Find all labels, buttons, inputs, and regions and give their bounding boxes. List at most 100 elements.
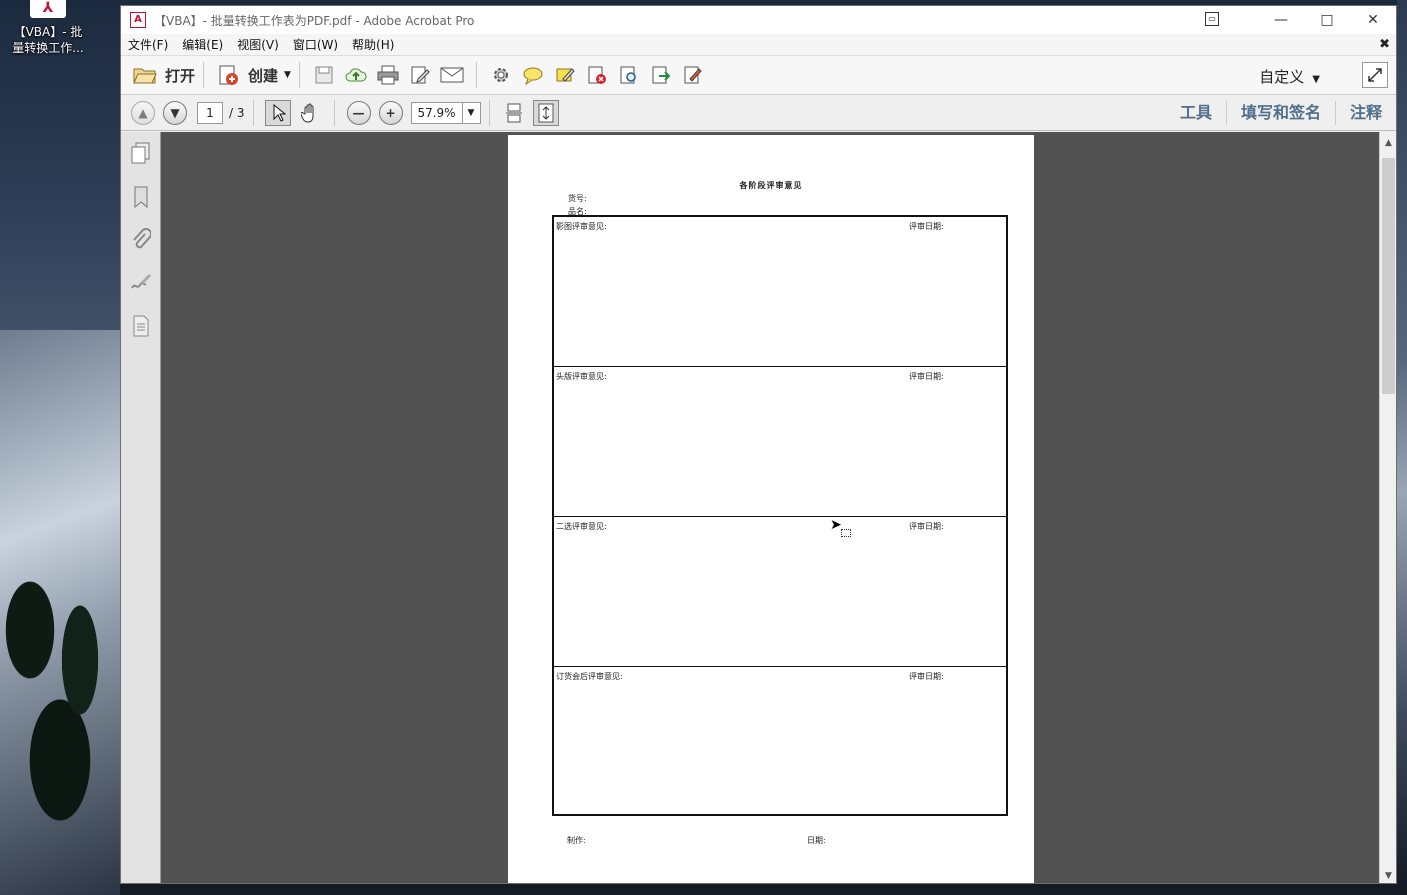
desktop-wallpaper-edge: [1397, 0, 1407, 895]
arrow-down-icon: ▼: [170, 105, 180, 120]
toolbar-separator: [475, 62, 477, 88]
folder-open-icon: [132, 62, 158, 88]
maximize-button[interactable]: □: [1304, 6, 1350, 34]
row-label: 影图评审意见:: [556, 222, 607, 231]
page-total: / 3: [229, 105, 245, 120]
sign-form-icon[interactable]: [680, 62, 706, 88]
fullscreen-button[interactable]: [1362, 62, 1388, 88]
pdf-page: 各阶段评审意见 货号: 品名: 影图评审意见: 评审日期: 头版评审意见: 评审…: [508, 135, 1034, 883]
menu-edit[interactable]: 编辑(E): [175, 36, 230, 53]
page-number-input[interactable]: 1: [197, 101, 223, 124]
title-bar[interactable]: A 【VBA】- 批量转换工作表为PDF.pdf - Adobe Acrobat…: [121, 6, 1396, 34]
toolbar-separator: [298, 62, 300, 88]
close-button[interactable]: ✕: [1350, 6, 1396, 34]
create-pdf-icon: [215, 62, 241, 88]
next-page-button[interactable]: ▼: [163, 100, 187, 125]
fit-page-icon[interactable]: [532, 99, 559, 126]
page-thumbnails-icon[interactable]: [121, 132, 161, 175]
edit-document-icon[interactable]: [407, 62, 433, 88]
mouse-cursor-icon: ➤: [830, 517, 842, 533]
row-label: 订货会后评审意见:: [556, 672, 623, 681]
menu-view[interactable]: 视图(V): [230, 36, 286, 53]
create-button[interactable]: 创建 ▼: [212, 62, 291, 88]
zoom-value: 57.9%: [417, 105, 456, 120]
desktop-pdf-shortcut[interactable]: ⅄ 【VBA】- 批量转换工作...: [8, 0, 88, 56]
export-icon[interactable]: [648, 62, 674, 88]
comment-bubble-icon[interactable]: [520, 62, 546, 88]
cloud-upload-icon[interactable]: [343, 62, 369, 88]
table-row: 头版评审意见: 评审日期:: [554, 367, 1006, 517]
zoom-out-button[interactable]: —: [346, 100, 371, 125]
highlight-icon[interactable]: [552, 62, 578, 88]
row-date-label: 评审日期:: [909, 222, 944, 231]
dock-window-icon[interactable]: ▭: [1205, 12, 1219, 26]
toolbar-separator: [252, 99, 254, 126]
tab-tools[interactable]: 工具: [1166, 101, 1226, 125]
plus-icon: +: [385, 105, 396, 120]
hand-tool-icon[interactable]: [297, 100, 323, 126]
bookmarks-icon[interactable]: [121, 175, 161, 218]
review-table: 影图评审意见: 评审日期: 头版评审意见: 评审日期: 二选评审意见: 评审日期…: [552, 215, 1008, 816]
toolbar-separator: [488, 99, 490, 126]
save-icon[interactable]: [311, 62, 337, 88]
menu-window[interactable]: 窗口(W): [286, 36, 345, 53]
menu-file[interactable]: 文件(F): [121, 36, 175, 53]
chevron-down-icon[interactable]: ▼: [461, 102, 480, 123]
main-toolbar: 打开 创建 ▼ 自定义 ▼: [121, 56, 1396, 95]
field-item-no: 货号:: [568, 194, 587, 203]
select-tool-icon[interactable]: [264, 99, 291, 126]
footer-maker: 制作:: [567, 836, 586, 845]
close-document-icon[interactable]: ✖: [1379, 37, 1390, 52]
vertical-scrollbar[interactable]: ▲ ▼: [1379, 132, 1396, 883]
document-title: 各阶段评审意见: [739, 181, 803, 190]
menu-help[interactable]: 帮助(H): [345, 36, 401, 53]
scroll-down-icon[interactable]: ▼: [1380, 871, 1397, 881]
chevron-down-icon: ▼: [284, 70, 291, 80]
zoom-in-button[interactable]: +: [378, 100, 403, 125]
settings-gear-icon[interactable]: [488, 62, 514, 88]
scroll-mode-icon[interactable]: [501, 100, 527, 126]
customize-dropdown[interactable]: 自定义 ▼: [1259, 66, 1320, 87]
search-document-icon[interactable]: [616, 62, 642, 88]
row-label: 头版评审意见:: [556, 372, 607, 381]
minimize-button[interactable]: —: [1258, 6, 1304, 34]
cursor-selection-box: [841, 529, 851, 537]
tab-comment[interactable]: 注释: [1334, 101, 1396, 125]
zoom-select[interactable]: 57.9% ▼: [410, 101, 481, 124]
scroll-up-icon[interactable]: ▲: [1380, 138, 1397, 148]
email-icon[interactable]: [439, 62, 465, 88]
desktop-wallpaper: [0, 330, 120, 895]
open-button[interactable]: 打开: [129, 62, 195, 88]
table-row: 二选评审意见: 评审日期:: [554, 517, 1006, 667]
pdf-file-icon: ⅄: [30, 0, 66, 18]
attachments-paperclip-icon[interactable]: [121, 218, 161, 261]
toolbar-separator: [203, 62, 205, 88]
window-title: 【VBA】- 批量转换工作表为PDF.pdf - Adobe Acrobat P…: [154, 13, 475, 28]
scrollbar-thumb[interactable]: [1382, 158, 1395, 394]
pane-tabs: 工具 填写和签名 注释: [1166, 95, 1396, 131]
content-area: 各阶段评审意见 货号: 品名: 影图评审意见: 评审日期: 头版评审意见: 评审…: [121, 132, 1396, 883]
open-label: 打开: [165, 66, 196, 85]
row-label: 二选评审意见:: [556, 522, 607, 531]
table-row: 影图评审意见: 评审日期:: [554, 217, 1006, 367]
menu-bar: 文件(F) 编辑(E) 视图(V) 窗口(W) 帮助(H) ✖: [121, 34, 1396, 56]
page-content-icon[interactable]: [121, 304, 161, 347]
previous-page-button[interactable]: ▲: [131, 100, 155, 125]
desktop-icon-label: 【VBA】- 批量转换工作...: [12, 25, 84, 55]
chevron-down-icon: ▼: [1312, 74, 1320, 85]
signatures-icon[interactable]: [121, 261, 161, 304]
document-viewport[interactable]: 各阶段评审意见 货号: 品名: 影图评审意见: 评审日期: 头版评审意见: 评审…: [161, 132, 1396, 883]
row-date-label: 评审日期:: [909, 522, 944, 531]
create-label: 创建: [248, 66, 279, 85]
navigation-pane: [121, 132, 161, 883]
desktop-wallpaper-bottom: [120, 884, 1407, 895]
acrobat-app-icon: A: [130, 12, 146, 28]
row-date-label: 评审日期:: [909, 672, 944, 681]
expand-icon: [1368, 68, 1382, 82]
arrow-up-icon: ▲: [138, 105, 148, 120]
tab-fill-sign[interactable]: 填写和签名: [1225, 101, 1335, 125]
delete-page-icon[interactable]: [584, 62, 610, 88]
footer-date: 日期:: [807, 836, 826, 845]
row-date-label: 评审日期:: [909, 372, 944, 381]
print-icon[interactable]: [375, 62, 401, 88]
